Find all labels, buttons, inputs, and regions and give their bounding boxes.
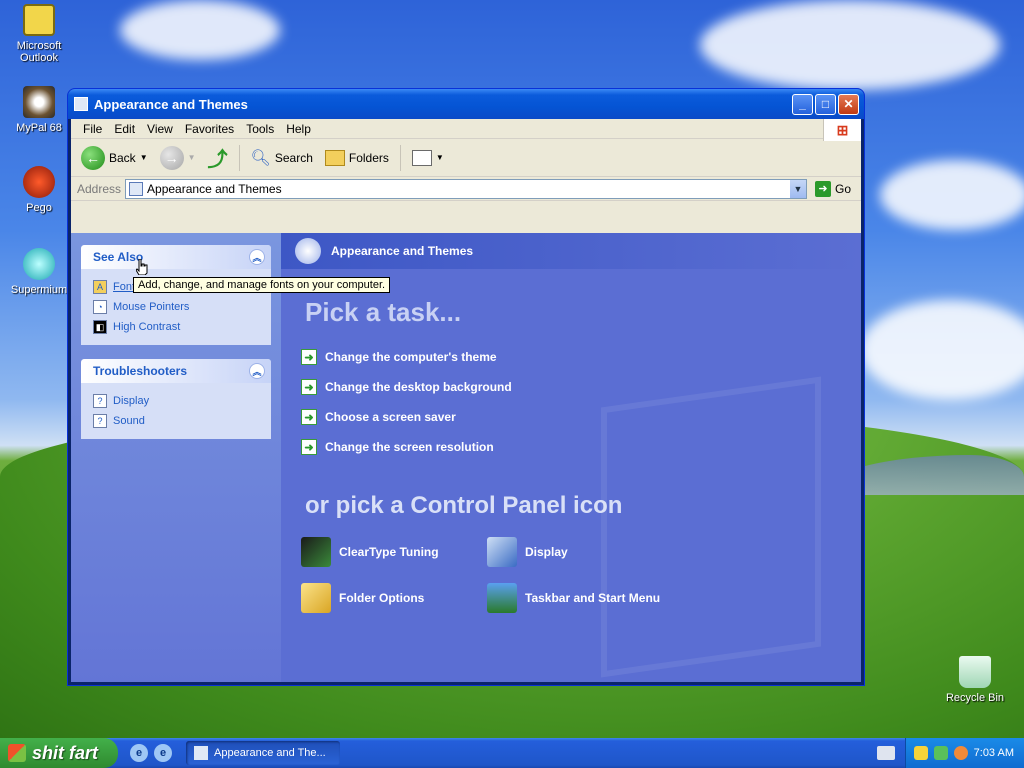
main-pane: Appearance and Themes Pick a task... ➜ C…: [281, 233, 861, 682]
display-icon: [487, 537, 517, 567]
troubleshooters-title: Troubleshooters: [93, 364, 188, 378]
search-icon: 🔍︎: [250, 149, 271, 167]
security-shield-icon[interactable]: [913, 746, 928, 760]
address-dropdown[interactable]: ▼: [789, 179, 806, 198]
pick-task-heading: Pick a task...: [305, 297, 462, 327]
link-high-contrast[interactable]: ◧ High Contrast: [93, 317, 259, 337]
views-icon: [411, 149, 432, 166]
forward-arrow-icon: →: [159, 145, 184, 170]
up-button[interactable]: ⤴: [204, 141, 232, 174]
category-header: Appearance and Themes: [281, 233, 861, 269]
cloud: [700, 0, 1000, 90]
mouse-icon: ◔: [93, 300, 107, 314]
address-bar: Address Appearance and Themes ▼ ➜ Go: [71, 177, 861, 201]
clock[interactable]: 7:03 AM: [974, 747, 1014, 759]
collapse-icon[interactable]: ︽: [249, 363, 265, 379]
chevron-down-icon: ▼: [435, 153, 444, 162]
cloud: [120, 0, 280, 60]
toolbar: ← Back ▼ → ▼ ⤴ 🔍︎ Search Folders ▼: [71, 139, 861, 177]
recycle-bin-icon: [959, 656, 991, 688]
task-change-theme[interactable]: ➜ Change the computer's theme: [301, 342, 861, 372]
folder-options-icon: [301, 583, 331, 613]
link-mouse-pointers[interactable]: ◔ Mouse Pointers: [93, 297, 259, 317]
title-bar[interactable]: Appearance and Themes _ □ ✕: [68, 89, 864, 119]
ie-icon[interactable]: e: [130, 744, 148, 762]
windows-flag-icon: [8, 744, 26, 762]
folder-icon: [324, 149, 345, 166]
fonts-tooltip: Add, change, and manage fonts on your co…: [133, 277, 391, 293]
taskbar: shit fart e e Appearance and The... 7:03…: [0, 738, 1024, 768]
start-button[interactable]: shit fart: [0, 738, 118, 768]
supermium-icon: [23, 248, 55, 280]
task-arrow-icon: ➜: [301, 349, 317, 365]
close-button[interactable]: ✕: [838, 93, 859, 115]
up-folder-icon: ⤴: [207, 149, 228, 171]
content-area: See Also ︽ A Fonts ◔ Mouse Pointers ◧ Hi…: [71, 233, 861, 682]
task-arrow-icon: ➜: [301, 379, 317, 395]
go-button[interactable]: ➜ Go: [811, 180, 861, 197]
menu-view[interactable]: View: [141, 122, 179, 136]
go-arrow-icon: ➜: [814, 180, 831, 197]
folders-button[interactable]: Folders: [321, 148, 393, 168]
address-input[interactable]: Appearance and Themes ▼: [125, 178, 807, 199]
menu-file[interactable]: File: [77, 122, 108, 136]
cp-cleartype-tuning[interactable]: ClearType Tuning: [301, 536, 487, 568]
appearance-themes-icon: [295, 238, 321, 264]
window-title: Appearance and Themes: [94, 96, 248, 112]
control-panel-icon: [74, 97, 88, 111]
watermark-graphic: [601, 376, 821, 678]
back-button[interactable]: ← Back ▼: [77, 144, 152, 172]
cloud: [860, 300, 1024, 400]
control-panel-icon: [194, 746, 208, 760]
views-button[interactable]: ▼: [408, 148, 448, 168]
task-pane: See Also ︽ A Fonts ◔ Mouse Pointers ◧ Hi…: [71, 233, 281, 682]
minimize-button[interactable]: _: [792, 93, 813, 115]
back-arrow-icon: ←: [81, 145, 105, 170]
menu-edit[interactable]: Edit: [108, 122, 141, 136]
taskbar-icon: [487, 583, 517, 613]
pego-icon: [23, 166, 55, 198]
toolbar-separator: [399, 144, 401, 171]
taskbar-window-button[interactable]: Appearance and The...: [186, 741, 340, 765]
explorer-window: Appearance and Themes _ □ ✕ File Edit Vi…: [67, 88, 865, 686]
task-arrow-icon: ➜: [301, 409, 317, 425]
mypal-icon: [23, 86, 55, 118]
troubleshooters-panel: Troubleshooters ︽ ? Display ? Sound: [81, 359, 271, 439]
link-display-troubleshooter[interactable]: ? Display: [93, 391, 259, 411]
help-icon: ?: [93, 394, 107, 408]
help-icon: ?: [93, 414, 107, 428]
see-also-panel: See Also ︽ A Fonts ◔ Mouse Pointers ◧ Hi…: [81, 245, 271, 345]
search-button[interactable]: 🔍︎ Search: [247, 146, 317, 170]
maximize-button[interactable]: □: [815, 93, 836, 115]
network-icon[interactable]: [933, 746, 948, 760]
outlook-icon: [23, 4, 55, 36]
forward-button[interactable]: → ▼: [156, 144, 200, 172]
desktop-icon-recycle-bin[interactable]: Recycle Bin: [936, 656, 1014, 704]
cloud: [880, 160, 1024, 230]
fonts-folder-icon: A: [93, 280, 107, 294]
menu-tools[interactable]: Tools: [240, 122, 280, 136]
keyboard-icon[interactable]: [876, 746, 895, 760]
windows-logo-icon: ⊞: [823, 119, 861, 141]
control-panel-icon: [129, 181, 144, 196]
cleartype-icon: [301, 537, 331, 567]
task-arrow-icon: ➜: [301, 439, 317, 455]
cp-folder-options[interactable]: Folder Options: [301, 582, 487, 614]
menu-help[interactable]: Help: [280, 122, 317, 136]
toolbar-separator: [238, 144, 240, 171]
hand-cursor-icon: [136, 259, 148, 275]
quick-launch: e e: [130, 744, 172, 762]
collapse-icon[interactable]: ︽: [249, 249, 265, 265]
desktop-icon-outlook[interactable]: Microsoft Outlook: [0, 4, 78, 64]
menu-favorites[interactable]: Favorites: [179, 122, 240, 136]
link-sound-troubleshooter[interactable]: ? Sound: [93, 411, 259, 431]
chevron-down-icon: ▼: [139, 153, 148, 162]
menu-bar: File Edit View Favorites Tools Help ⊞: [71, 119, 861, 141]
chevron-down-icon: ▼: [187, 153, 196, 162]
search-tray-icon[interactable]: [953, 746, 968, 760]
high-contrast-icon: ◧: [93, 320, 107, 334]
system-tray: 7:03 AM: [904, 738, 1024, 768]
browser-icon[interactable]: e: [154, 744, 172, 762]
